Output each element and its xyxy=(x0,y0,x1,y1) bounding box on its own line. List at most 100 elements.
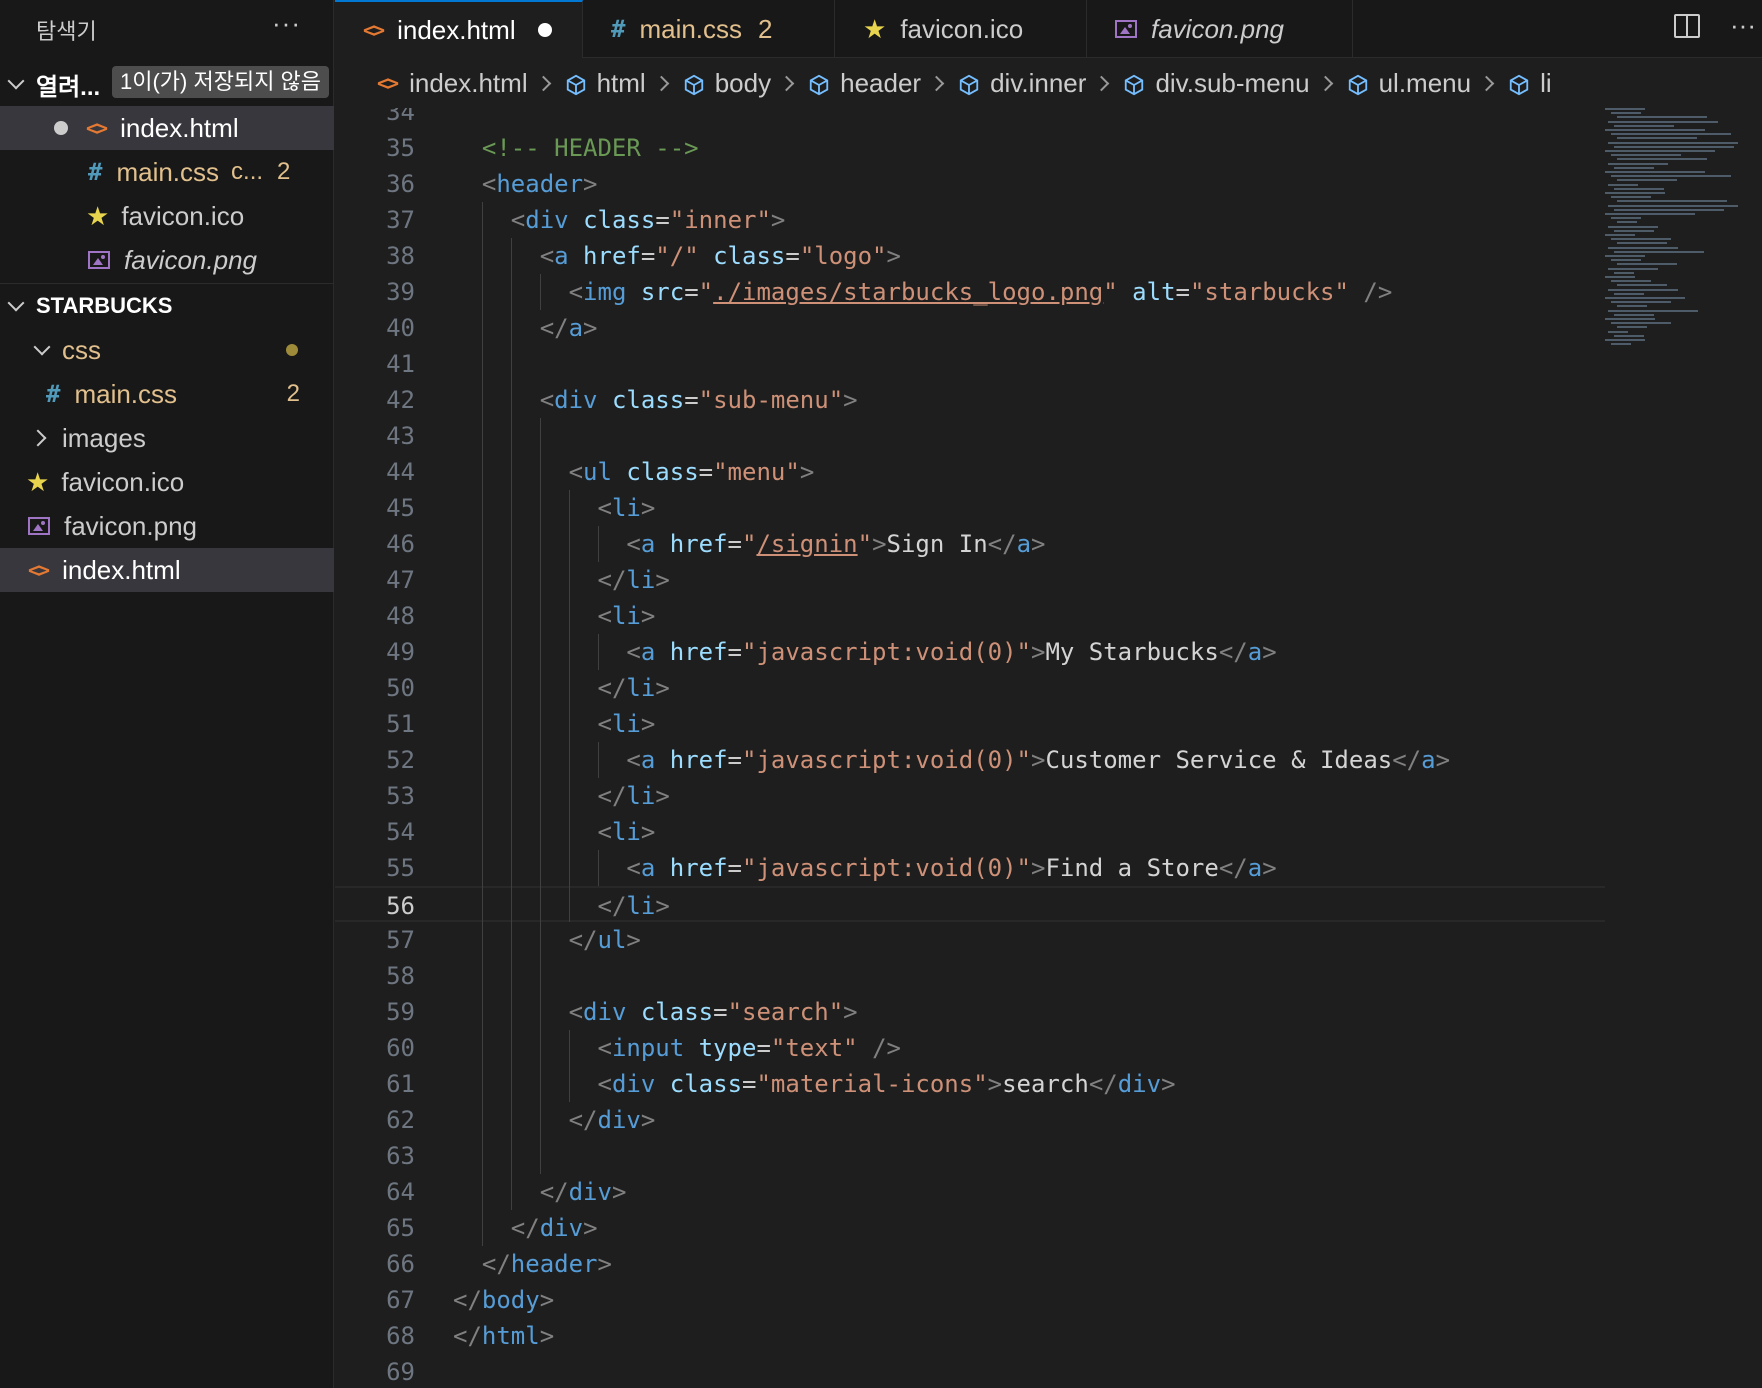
code-line[interactable]: 60 <input type="text" /> xyxy=(335,1030,1605,1066)
code-line[interactable]: 61 <div class="material-icons">search</di… xyxy=(335,1066,1605,1102)
open-editor-main-css[interactable]: # main.css c... 2 xyxy=(0,150,334,194)
explorer-more-icon[interactable]: ··· xyxy=(272,8,301,39)
code-line[interactable]: 46 <a href="/signin">Sign In</a> xyxy=(335,526,1605,562)
unsaved-dot-icon[interactable] xyxy=(537,23,552,37)
breadcrumb-item[interactable]: div.inner xyxy=(958,68,1086,99)
code-token: "javascript:void(0)" xyxy=(742,746,1031,774)
code-token: > xyxy=(886,242,901,270)
breadcrumb-item[interactable]: div.sub-menu xyxy=(1123,68,1310,99)
file-index-html[interactable]: <> index.html xyxy=(0,548,334,592)
code-token: My Starbucks xyxy=(1045,638,1219,666)
file-favicon-ico[interactable]: ★ favicon.ico xyxy=(0,460,334,504)
code-line[interactable]: 34 xyxy=(335,108,1605,130)
tab-index-html[interactable]: <> index.html xyxy=(335,0,583,58)
indent-guide xyxy=(481,1174,483,1210)
tab-main-css[interactable]: # main.css 2 xyxy=(583,0,835,58)
code-line[interactable]: 50 </li> xyxy=(335,670,1605,706)
minimap[interactable] xyxy=(1605,108,1762,408)
code-line[interactable]: 64 </div> xyxy=(335,1174,1605,1210)
code-line[interactable]: 47 </li> xyxy=(335,562,1605,598)
code-text: <a href="/" class="logo"> xyxy=(540,238,901,274)
code-line[interactable]: 55 <a href="javascript:void(0)">Find a St… xyxy=(335,850,1605,886)
line-number: 59 xyxy=(386,998,415,1026)
code-token: " xyxy=(742,530,757,558)
code-token: /> xyxy=(1363,278,1393,306)
code-line[interactable]: 52 <a href="javascript:void(0)">Customer … xyxy=(335,742,1605,778)
code-token: > xyxy=(1435,746,1451,774)
code-line[interactable]: 42 <div class="sub-menu"> xyxy=(335,382,1605,418)
code-token: div xyxy=(525,206,569,234)
code-token: < xyxy=(597,1070,612,1098)
code-token: li xyxy=(626,674,656,702)
code-token: > xyxy=(1161,1070,1176,1098)
code-line[interactable]: 54 <li> xyxy=(335,814,1605,850)
code-line[interactable]: 56 </li> xyxy=(335,886,1605,922)
explorer-header: 탐색기 ··· xyxy=(0,0,334,56)
code-line[interactable]: 51 <li> xyxy=(335,706,1605,742)
code-line[interactable]: 35 <!-- HEADER --> xyxy=(335,130,1605,166)
code-token: > xyxy=(1031,530,1046,558)
split-editor-icon[interactable] xyxy=(1674,13,1701,38)
code-line[interactable]: 41 xyxy=(335,346,1605,382)
more-actions-icon[interactable]: ··· xyxy=(1730,10,1756,41)
code-editor[interactable]: 34 35 <!-- HEADER --> 36 <header> 37 <div clas… xyxy=(335,108,1762,1388)
open-editor-favicon-ico[interactable]: ★ favicon.ico xyxy=(0,194,334,238)
code-token: a xyxy=(640,530,656,558)
folder-images[interactable]: images xyxy=(0,416,334,460)
project-section-starbucks[interactable]: STARBUCKS xyxy=(0,284,334,328)
code-line[interactable]: 49 <a href="javascript:void(0)">My Starbu… xyxy=(335,634,1605,670)
unsaved-dot-icon[interactable] xyxy=(54,121,68,135)
code-line[interactable]: 45 <li> xyxy=(335,490,1605,526)
file-label: favicon.ico xyxy=(61,466,185,497)
breadcrumb-item[interactable]: <> index.html xyxy=(377,68,528,99)
breadcrumb-item[interactable]: li xyxy=(1508,68,1552,99)
minimap-line xyxy=(1611,217,1641,220)
open-editor-favicon-png[interactable]: favicon.png xyxy=(0,238,334,282)
indent-guide xyxy=(481,598,483,634)
code-token: < xyxy=(626,854,641,882)
open-editor-index-html[interactable]: <> index.html xyxy=(0,106,334,150)
line-number: 66 xyxy=(386,1250,415,1278)
code-line[interactable]: 58 xyxy=(335,958,1605,994)
code-line[interactable]: 66 </header> xyxy=(335,1246,1605,1282)
code-line[interactable]: 69 xyxy=(335,1354,1605,1388)
code-token: search xyxy=(1002,1070,1089,1098)
tab-favicon-ico[interactable]: ★ favicon.ico xyxy=(835,0,1087,58)
indent-guide xyxy=(481,742,483,778)
code-token: </ xyxy=(510,1214,540,1242)
breadcrumb-item[interactable]: ul.menu xyxy=(1347,68,1471,99)
html-icon: <> xyxy=(28,558,50,582)
code-line[interactable]: 38 <a href="/" class="logo"> xyxy=(335,238,1605,274)
breadcrumb-item[interactable]: body xyxy=(683,68,771,99)
breadcrumb-item[interactable]: header xyxy=(808,68,921,99)
element-cube-icon xyxy=(1347,72,1369,96)
star-icon: ★ xyxy=(86,200,110,231)
code-line[interactable]: 36 <header> xyxy=(335,166,1605,202)
code-line[interactable]: 37 <div class="inner"> xyxy=(335,202,1605,238)
code-line[interactable]: 40 </a> xyxy=(335,310,1605,346)
code-line[interactable]: 63 xyxy=(335,1138,1605,1174)
code-line[interactable]: 57 </ul> xyxy=(335,922,1605,958)
code-line[interactable]: 43 xyxy=(335,418,1605,454)
tab-favicon-png[interactable]: favicon.png xyxy=(1087,0,1353,58)
code-token: ul xyxy=(597,926,627,954)
indent-guide xyxy=(539,1102,541,1138)
line-number: 47 xyxy=(386,566,415,594)
file-main-css[interactable]: # main.css 2 xyxy=(0,372,334,416)
code-token: a xyxy=(568,314,584,342)
code-line[interactable]: 39 <img src="./images/starbucks_logo.png"… xyxy=(335,274,1605,310)
code-line[interactable]: 44 <ul class="menu"> xyxy=(335,454,1605,490)
folder-css[interactable]: css xyxy=(0,328,334,372)
code-line[interactable]: 68 </html> xyxy=(335,1318,1605,1354)
code-line[interactable]: 62 </div> xyxy=(335,1102,1605,1138)
code-line[interactable]: 59 <div class="search"> xyxy=(335,994,1605,1030)
code-line[interactable]: 65 </div> xyxy=(335,1210,1605,1246)
code-line[interactable]: 48 <li> xyxy=(335,598,1605,634)
breadcrumb-item[interactable]: html xyxy=(565,68,646,99)
indent-guide xyxy=(481,490,483,526)
code-line[interactable]: 67 </body> xyxy=(335,1282,1605,1318)
code-text: </div> xyxy=(569,1102,656,1138)
minimap-line xyxy=(1617,116,1707,119)
code-line[interactable]: 53 </li> xyxy=(335,778,1605,814)
file-favicon-png[interactable]: favicon.png xyxy=(0,504,334,548)
